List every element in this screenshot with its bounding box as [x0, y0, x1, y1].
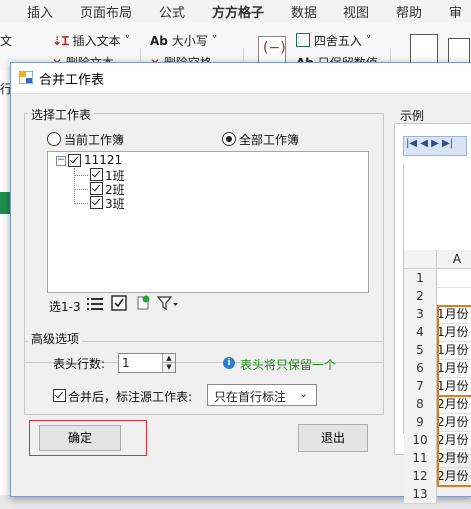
row-header: 8: [404, 395, 437, 414]
tab-page-layout[interactable]: 页面布局: [80, 2, 132, 21]
tree-child-checkbox[interactable]: [90, 196, 103, 209]
row-header: 6: [404, 359, 437, 378]
ribbon-tab-bar: 插入 页面布局 公式 方方格子 数据 视图 帮助 审阅: [0, 0, 471, 40]
header-rows-stepper[interactable]: 1 ▲ ▼: [118, 353, 176, 373]
case-button[interactable]: Ab 大小写 ˅: [150, 32, 218, 49]
tab-view[interactable]: 视图: [343, 2, 369, 21]
tree-connector: [74, 189, 88, 190]
tree-connector: [74, 203, 88, 204]
list-icon[interactable]: [87, 297, 103, 311]
radio-current-workbook-label[interactable]: 当前工作簿: [64, 131, 124, 148]
insert-text-icon: ⇣Ɪ: [52, 34, 69, 48]
info-icon: i: [223, 357, 235, 369]
round-icon: [296, 33, 310, 47]
round-button[interactable]: 四舍五入 ˅: [296, 32, 372, 49]
row-header: 3: [404, 305, 437, 324]
radio-all-workbooks-label[interactable]: 全部工作簿: [239, 131, 299, 148]
stepper-up-icon[interactable]: ▲: [162, 354, 175, 363]
radio-all-workbooks[interactable]: [222, 132, 236, 146]
row-header: 4: [404, 323, 437, 342]
corner-cell: [404, 250, 437, 269]
row-header: 1: [404, 269, 437, 288]
mark-source-checkbox[interactable]: [53, 389, 66, 402]
case-icon: Ab: [150, 34, 168, 48]
sheet-nav-icons: |◀ ◀ ▶ ▶|: [406, 138, 454, 149]
round-label: 四舍五入: [313, 34, 362, 48]
insert-text-label: 插入文本: [72, 34, 121, 48]
insert-text-button[interactable]: ⇣Ɪ 插入文本 ˅: [52, 32, 130, 49]
dialog-titlebar[interactable]: 合并工作表: [11, 63, 471, 94]
tree-child-checkbox[interactable]: [90, 182, 103, 195]
row-header: 2: [404, 287, 437, 306]
formula-check-icon[interactable]: (−): [258, 36, 286, 64]
mark-source-select[interactable]: 只在首行标注 ⌄: [207, 384, 317, 406]
merge-sheets-dialog: 合并工作表 选择工作表 当前工作簿 全部工作簿 − 11121 1班 2班 3班…: [10, 62, 471, 504]
tab-fangfang[interactable]: 方方格子: [212, 2, 265, 24]
tab-data[interactable]: 数据: [291, 2, 317, 21]
collapse-toggle-icon[interactable]: −: [56, 156, 66, 166]
tree-child-label: 3班: [105, 197, 125, 211]
preview-label: 示例: [400, 109, 425, 123]
row-header: 12: [404, 467, 437, 486]
ok-button[interactable]: 确定: [39, 425, 121, 451]
preview-rows: 1 2 3 1月份 4 1月份 5 1月份 6 1月份 7 1月份 8 2月份 9 2月份 10 2月份 11 2月份…: [404, 269, 471, 509]
tree-connector: [74, 168, 75, 204]
tab-help[interactable]: 帮助: [396, 2, 422, 21]
range-label: 选1-3: [49, 300, 81, 314]
stepper-down-icon[interactable]: ▼: [162, 363, 175, 372]
preview-panel: |◀ ◀ ▶ ▶| A 1 2 3 1月份 4 1月份 5 1月份 6 1月份 7 1月份 8 2月份 9 2…: [394, 123, 471, 504]
column-header-a: A: [437, 250, 471, 269]
mark-source-value: 只在首行标注: [214, 390, 287, 404]
radio-current-workbook[interactable]: [47, 132, 61, 146]
month-1-highlight: [437, 305, 471, 397]
select-all-checkbox-icon[interactable]: [111, 295, 127, 311]
exit-button[interactable]: 退出: [298, 424, 368, 452]
row-header: 9: [404, 413, 437, 432]
case-label: 大小写: [171, 34, 208, 48]
row-header: 10: [404, 431, 437, 450]
select-sheets-label: 选择工作表: [28, 106, 95, 123]
advanced-options-label: 高级选项: [28, 330, 83, 347]
row-header: 11: [404, 449, 437, 468]
tree-root-checkbox[interactable]: [68, 154, 81, 167]
add-file-icon[interactable]: [135, 295, 151, 311]
tree-child-checkbox[interactable]: [90, 168, 103, 181]
preview-cell: [437, 269, 471, 288]
filter-icon[interactable]: [157, 295, 179, 311]
tab-insert[interactable]: 插入: [27, 2, 53, 21]
header-rows-value[interactable]: 1: [122, 356, 130, 370]
chevron-down-icon: ⌄: [299, 387, 309, 400]
mark-source-label[interactable]: 合并后，标注源工作表:: [68, 388, 192, 405]
row-header: 5: [404, 341, 437, 360]
copy-icon[interactable]: [448, 38, 470, 64]
sheet-nav-bar: |◀ ◀ ▶ ▶|: [403, 136, 467, 156]
tab-formulas[interactable]: 公式: [159, 2, 185, 21]
sheet-tree[interactable]: − 11121 1班 2班 3班: [47, 151, 369, 293]
info-text: 表头将只保留一个: [240, 358, 337, 372]
tree-connector: [74, 175, 88, 176]
app-icon: [19, 71, 33, 84]
month-2-highlight: [437, 395, 471, 487]
preview-cell: [437, 287, 471, 306]
ribbon-left-label-1: 文: [0, 34, 13, 48]
preview-grid: A 1 2 3 1月份 4 1月份 5 1月份 6 1月份 7 1月份 8 2月份 9 2月份 10 2月份 11 2…: [403, 164, 471, 504]
dialog-title: 合并工作表: [39, 73, 105, 88]
row-header: 7: [404, 377, 437, 396]
tree-root-label: 11121: [84, 153, 123, 167]
header-rows-label: 表头行数:: [53, 357, 106, 371]
